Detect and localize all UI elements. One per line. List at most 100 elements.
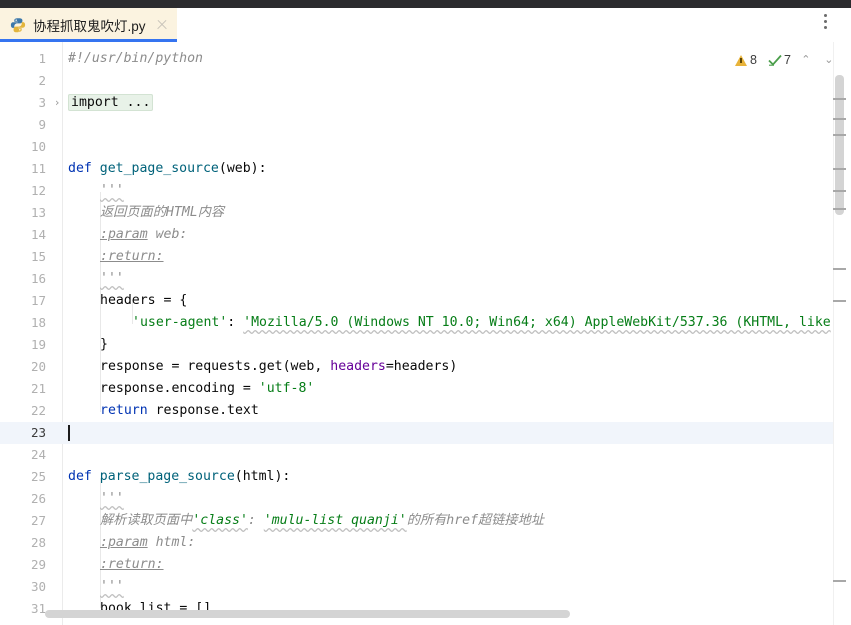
editor-tab-bar: 协程抓取鬼吹灯.py bbox=[0, 8, 851, 43]
editor-tab-label: 协程抓取鬼吹灯.py bbox=[33, 18, 146, 34]
code-fragment: (web): bbox=[218, 161, 267, 176]
code-text: return response.text bbox=[100, 400, 259, 422]
line-number: 24 bbox=[30, 447, 46, 462]
fold-expand-chevron-icon[interactable]: › bbox=[55, 97, 65, 109]
window-title-strip bbox=[0, 0, 851, 8]
horizontal-scrollbar-thumb[interactable] bbox=[45, 610, 570, 618]
line-number: 25 bbox=[30, 469, 46, 484]
editor-row-caret[interactable]: 23 bbox=[0, 422, 851, 444]
inspection-check-icon[interactable] bbox=[767, 53, 782, 67]
kebab-menu-icon[interactable] bbox=[817, 14, 833, 32]
editor-row[interactable]: 1 #!/usr/bin/python bbox=[0, 48, 851, 70]
string-key: 'user-agent' bbox=[132, 315, 228, 330]
editor-row[interactable]: 26 ''' bbox=[0, 488, 851, 510]
code-text[interactable]: import ... bbox=[68, 92, 154, 114]
keyword-return: return bbox=[100, 403, 148, 418]
line-number: 14 bbox=[30, 227, 46, 242]
editor-row[interactable]: 18 'user-agent': 'Mozilla/5.0 (Windows N… bbox=[0, 312, 851, 334]
editor-row[interactable]: 24 bbox=[0, 444, 851, 466]
text-caret bbox=[68, 425, 70, 441]
scrollbar-marker bbox=[833, 98, 846, 100]
editor-row[interactable]: 11 def get_page_source(web): bbox=[0, 158, 851, 180]
code-text: headers = { bbox=[100, 293, 188, 308]
chevron-up-icon[interactable]: ⌃ bbox=[798, 52, 814, 68]
line-number: 30 bbox=[30, 579, 46, 594]
code-text: #!/usr/bin/python bbox=[68, 51, 203, 66]
line-number: 16 bbox=[30, 271, 46, 286]
folded-import-region[interactable]: import ... bbox=[68, 94, 154, 111]
code-text: def parse_page_source(html): bbox=[68, 466, 290, 488]
editor-row[interactable]: 15 :return: bbox=[0, 246, 851, 268]
code-text: ''' bbox=[100, 579, 124, 594]
scrollbar-marker bbox=[833, 300, 846, 302]
editor-row[interactable]: 12 ''' bbox=[0, 180, 851, 202]
code-fragment: response.encoding = bbox=[100, 381, 259, 396]
line-number: 12 bbox=[30, 183, 46, 198]
code-fragment: 的所有href超链接地址 bbox=[406, 513, 544, 528]
code-fragment: html: bbox=[147, 535, 196, 550]
scrollbar-marker bbox=[833, 134, 846, 136]
code-fragment: : bbox=[247, 513, 264, 528]
scrollbar-marker bbox=[833, 168, 846, 170]
editor-row[interactable]: 20 response = requests.get(web, headers=… bbox=[0, 356, 851, 378]
string-literal: 'utf-8' bbox=[258, 381, 315, 396]
line-number: 22 bbox=[30, 403, 46, 418]
editor-row[interactable]: 14 :param web: bbox=[0, 224, 851, 246]
code-text: :param html: bbox=[100, 532, 195, 554]
code-text: :param web: bbox=[100, 224, 187, 246]
warning-count: 8 bbox=[750, 53, 757, 67]
editor-right-edge bbox=[847, 42, 851, 625]
code-fragment: web: bbox=[147, 227, 188, 242]
code-fragment: 解析读取页面中 bbox=[100, 513, 193, 528]
vertical-scrollbar-thumb[interactable] bbox=[835, 75, 844, 215]
code-text: } bbox=[100, 337, 108, 352]
editor-row[interactable]: 17 headers = { bbox=[0, 290, 851, 312]
line-number: 15 bbox=[30, 249, 46, 264]
line-number: 17 bbox=[30, 293, 46, 308]
code-fragment: : bbox=[227, 315, 244, 330]
code-text: ''' bbox=[100, 271, 124, 286]
docstring-tag: :return: bbox=[100, 557, 164, 572]
scrollbar-marker bbox=[833, 190, 846, 192]
editor-row[interactable]: 22 return response.text bbox=[0, 400, 851, 422]
scrollbar-marker bbox=[833, 268, 846, 270]
string-user-agent: 'Mozilla/5.0 (Windows NT 10.0; Win64; x6… bbox=[243, 315, 831, 330]
editor-tab-active[interactable]: 协程抓取鬼吹灯.py bbox=[0, 8, 177, 41]
editor-row[interactable]: 25 def parse_page_source(html): bbox=[0, 466, 851, 488]
code-fragment: (html): bbox=[234, 469, 291, 484]
code-fragment: response.text bbox=[147, 403, 259, 418]
scrollbar-marker bbox=[833, 118, 846, 120]
warning-triangle-icon[interactable] bbox=[735, 54, 747, 66]
editor-row[interactable]: 28 :param html: bbox=[0, 532, 851, 554]
editor-row[interactable]: 29 :return: bbox=[0, 554, 851, 576]
editor-row[interactable]: 9 bbox=[0, 114, 851, 136]
docstring-tag: :param bbox=[100, 535, 148, 550]
line-number: 13 bbox=[30, 205, 46, 220]
string-class-value: 'mulu-list quanji' bbox=[263, 513, 407, 528]
line-number: 19 bbox=[30, 337, 46, 352]
python-file-icon bbox=[10, 17, 26, 33]
keyword-def: def bbox=[68, 469, 92, 484]
code-editor-area[interactable]: 1 #!/usr/bin/python 2 3 › import ... 9 1… bbox=[0, 42, 851, 625]
line-number: 27 bbox=[30, 513, 46, 528]
editor-row[interactable]: 19 } bbox=[0, 334, 851, 356]
code-fragment: response = requests.get(web, bbox=[100, 359, 331, 374]
editor-row[interactable]: 16 ''' bbox=[0, 268, 851, 290]
editor-row[interactable]: 13 返回页面的HTML内容 bbox=[0, 202, 851, 224]
line-number: 26 bbox=[30, 491, 46, 506]
pycharm-editor-window: 协程抓取鬼吹灯.py 1 #!/usr/bin/python 2 3 › imp… bbox=[0, 0, 851, 625]
line-number: 11 bbox=[30, 161, 46, 176]
editor-row[interactable]: 30 ''' bbox=[0, 576, 851, 598]
code-fragment: =headers) bbox=[385, 359, 458, 374]
scrollbar-marker bbox=[833, 580, 846, 582]
editor-row[interactable]: 27 解析读取页面中'class': 'mulu-list quanji'的所有… bbox=[0, 510, 851, 532]
close-icon[interactable] bbox=[155, 18, 169, 32]
line-number: 3 bbox=[38, 95, 46, 110]
line-number: 28 bbox=[30, 535, 46, 550]
editor-row[interactable]: 10 bbox=[0, 136, 851, 158]
editor-row[interactable]: 3 › import ... bbox=[0, 92, 851, 114]
editor-row[interactable]: 2 bbox=[0, 70, 851, 92]
code-text: 返回页面的HTML内容 bbox=[100, 205, 225, 220]
editor-row[interactable]: 21 response.encoding = 'utf-8' bbox=[0, 378, 851, 400]
code-text: 'user-agent': 'Mozilla/5.0 (Windows NT 1… bbox=[132, 312, 831, 334]
